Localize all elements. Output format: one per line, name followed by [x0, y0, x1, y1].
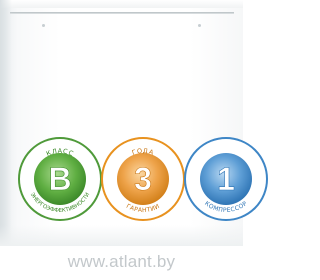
energy-class-badge: B КЛАСС ЭНЕРГОЭФФЕКТИВНОСТИ — [17, 136, 103, 222]
website-link[interactable]: www.atlant.by — [0, 252, 243, 272]
warranty-badge: 3 ГОДА ГАРАНТИИ — [100, 136, 186, 222]
fridge-lower-shade — [0, 225, 243, 246]
fridge-screw-dot — [198, 24, 201, 27]
fridge-side-shadow — [0, 0, 12, 246]
badge-symbol: 3 — [134, 161, 152, 197]
fridge-screw-dot — [42, 24, 45, 27]
fridge-top-edge — [0, 0, 243, 8]
badge-symbol: 1 — [217, 161, 235, 197]
compressor-badge: 1 КОМПРЕССОР — [183, 136, 269, 222]
fridge-door-gap — [10, 12, 234, 14]
badge-symbol: B — [48, 161, 71, 197]
